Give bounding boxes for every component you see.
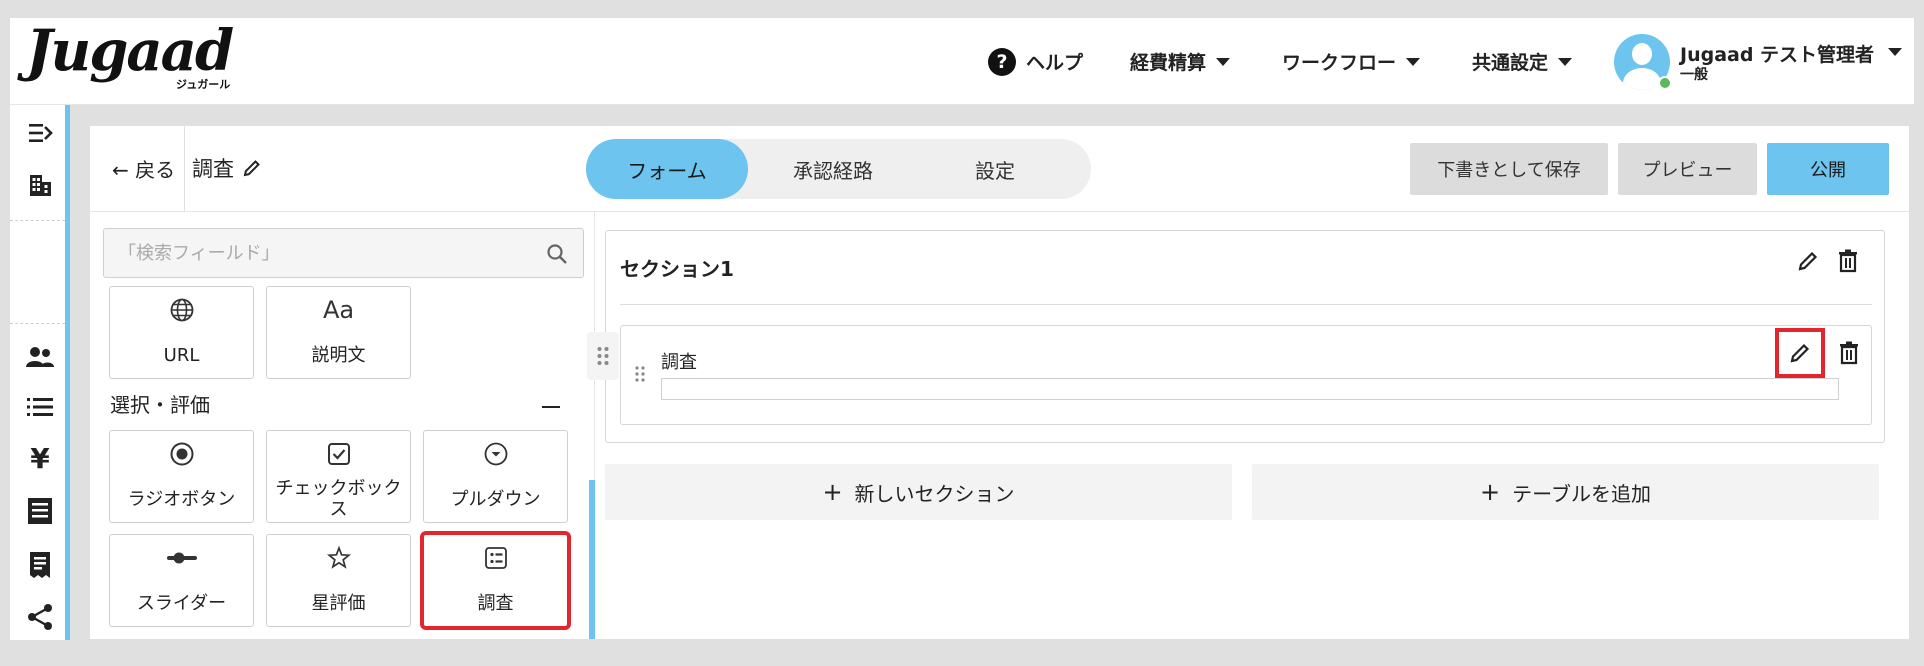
expense-label: 経費精算: [1130, 52, 1207, 74]
delete-field-trash-icon[interactable]: [1833, 337, 1865, 369]
expense-menu[interactable]: 経費精算: [1130, 18, 1231, 105]
field-palette: URL Aa 説明文 選択・評価 ラジオボタン チェックボックス プルダウン ス…: [90, 212, 595, 639]
pencil-icon[interactable]: [242, 158, 262, 178]
common-settings-label: 共通設定: [1472, 52, 1549, 74]
tile-star-rating[interactable]: 星評価: [266, 534, 411, 627]
rail-divider: [10, 323, 65, 324]
yen-icon[interactable]: ¥: [24, 442, 56, 475]
tile-survey[interactable]: 調査: [420, 531, 571, 630]
form-title[interactable]: 調査: [192, 153, 262, 183]
tile-radio[interactable]: ラジオボタン: [109, 430, 254, 523]
field-card[interactable]: 調査: [620, 325, 1872, 425]
receipt-icon[interactable]: [24, 549, 56, 581]
plus-icon: +: [1480, 478, 1501, 506]
field-label: 調査: [661, 352, 697, 373]
jugaad-logo[interactable]: Jugaad: [26, 23, 234, 79]
tile-checkbox[interactable]: チェックボックス: [266, 430, 411, 523]
share-icon[interactable]: [24, 601, 56, 633]
online-status-dot: [1658, 76, 1672, 90]
form-builder-card: ← 戻る 調査 フォーム 承認経路 設定 下書きとして保存 プレビュー 公開 U…: [89, 125, 1910, 640]
slider-icon: [166, 552, 197, 564]
users-icon[interactable]: [24, 341, 56, 373]
field-search: [103, 228, 584, 278]
edit-field-pencil-icon[interactable]: [1775, 328, 1825, 378]
radio-icon: [170, 442, 193, 466]
edit-section-pencil-icon[interactable]: [1792, 245, 1824, 277]
save-draft-button[interactable]: 下書きとして保存: [1410, 143, 1608, 195]
app-header: Jugaad ジュガール ? ヘルプ 経費精算 ワークフロー 共通設定 Juga…: [10, 18, 1914, 105]
text-aa-icon: Aa: [322, 296, 355, 324]
user-menu-caret-icon[interactable]: [1888, 48, 1902, 56]
field-search-input[interactable]: [104, 229, 524, 277]
section-divider: [620, 304, 1872, 305]
form-name: 調査: [192, 157, 234, 181]
collapse-minus-icon[interactable]: [542, 406, 560, 408]
delete-section-trash-icon[interactable]: [1832, 245, 1864, 277]
rail-divider: [10, 220, 65, 221]
star-icon: [326, 545, 351, 569]
help-label: ヘルプ: [1026, 52, 1084, 74]
section-card: セクション1 調査: [605, 230, 1885, 443]
add-table-label: テーブルを追加: [1512, 481, 1651, 506]
dropdown-icon: [484, 442, 507, 466]
document-icon[interactable]: [24, 495, 56, 527]
tile-label: プルダウン: [450, 488, 541, 510]
form-toolbar: ← 戻る 調査 フォーム 承認経路 設定 下書きとして保存 プレビュー 公開: [90, 126, 1909, 212]
tile-label: URL: [163, 344, 200, 366]
tab-form[interactable]: フォーム: [586, 139, 748, 199]
building-icon[interactable]: [24, 169, 56, 201]
search-icon[interactable]: [545, 242, 569, 266]
drag-handle-icon[interactable]: [635, 366, 645, 386]
add-section-label: 新しいセクション: [854, 481, 1015, 506]
tile-description[interactable]: Aa 説明文: [266, 286, 411, 379]
tab-settings[interactable]: 設定: [920, 139, 1070, 199]
list-icon[interactable]: [24, 391, 56, 423]
tile-label: 調査: [477, 592, 514, 614]
user-role: 一般: [1680, 67, 1708, 83]
tile-dropdown[interactable]: プルダウン: [423, 430, 568, 523]
add-table-button[interactable]: + テーブルを追加: [1252, 464, 1879, 520]
tab-approval-route[interactable]: 承認経路: [758, 139, 908, 199]
tile-label: スライダー: [136, 592, 227, 614]
globe-icon: [170, 298, 193, 322]
form-tabs: フォーム 承認経路 設定: [586, 139, 1091, 199]
section-drag-handle-icon[interactable]: [587, 332, 619, 380]
toolbar-divider: [184, 126, 185, 212]
plus-icon: +: [822, 478, 843, 506]
tile-slider[interactable]: スライダー: [109, 534, 254, 627]
form-canvas: セクション1 調査 + 新しいセクション + テーブルを追加: [587, 212, 1909, 639]
workflow-label: ワークフロー: [1282, 52, 1397, 74]
add-section-button[interactable]: + 新しいセクション: [605, 464, 1232, 520]
caret-down-icon: [1406, 57, 1421, 66]
survey-icon: [484, 547, 507, 569]
caret-down-icon: [1558, 57, 1573, 66]
tile-label: 説明文: [311, 344, 366, 366]
user-name[interactable]: Jugaad テスト管理者: [1680, 40, 1874, 67]
tile-url[interactable]: URL: [109, 286, 254, 379]
publish-button[interactable]: 公開: [1767, 143, 1889, 195]
help-menu[interactable]: ? ヘルプ: [988, 18, 1083, 105]
left-rail: ¥: [10, 105, 70, 640]
help-icon: ?: [988, 47, 1016, 76]
preview-button[interactable]: プレビュー: [1618, 143, 1757, 195]
back-link[interactable]: ← 戻る: [112, 154, 175, 183]
checkbox-icon: [327, 443, 350, 465]
logo-subtitle: ジュガール: [176, 78, 231, 91]
tile-label: チェックボックス: [275, 478, 402, 520]
survey-field-input[interactable]: [661, 378, 1839, 400]
group-title: 選択・評価: [110, 393, 210, 417]
collapse-menu-icon[interactable]: [24, 117, 56, 149]
tile-label: ラジオボタン: [127, 488, 236, 510]
common-settings-menu[interactable]: 共通設定: [1472, 18, 1573, 105]
tile-label: 星評価: [311, 592, 366, 614]
caret-down-icon: [1216, 57, 1231, 66]
workflow-menu[interactable]: ワークフロー: [1282, 18, 1421, 105]
section-title: セクション1: [620, 257, 734, 281]
